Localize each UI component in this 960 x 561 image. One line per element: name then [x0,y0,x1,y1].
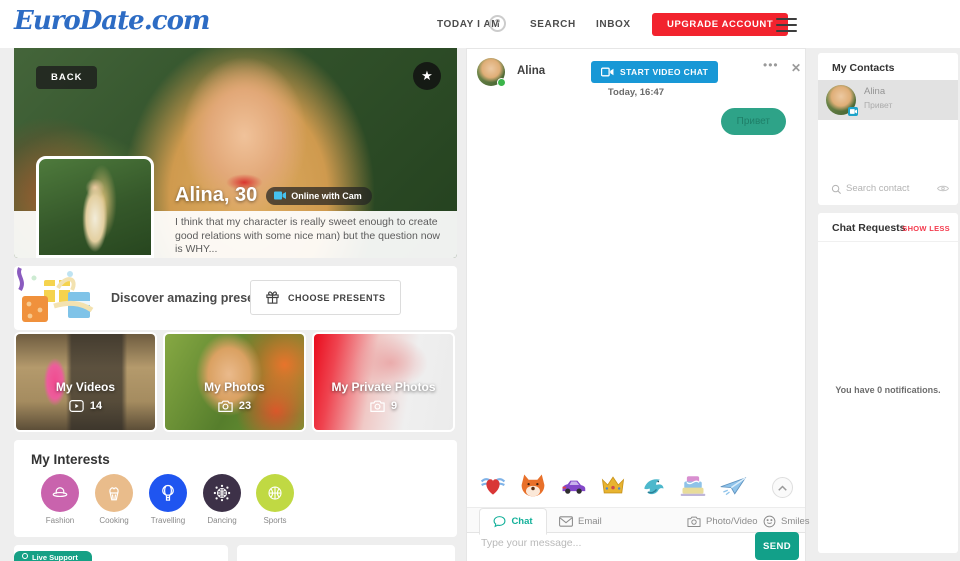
cam-badge-icon [848,107,858,116]
my-contacts-card: My Contacts Alina Привет [818,53,958,205]
presents-banner: Discover amazing presents CHOOSE PRESENT… [14,266,457,330]
favorite-star-button[interactable]: ★ [413,62,441,90]
profile-card: BACK ★ Alina, 30 Online with Cam I think… [14,48,457,258]
search-contact-input[interactable] [846,183,930,194]
interests-title: My Interests [31,452,110,467]
cake-sticker[interactable] [679,471,707,499]
interest-travelling[interactable]: Travelling [141,474,195,525]
help-icon[interactable]: ? [489,15,506,32]
chat-contact-name: Alina [517,65,545,77]
interest-fashion[interactable]: Fashion [33,474,87,525]
online-status-dot [497,78,506,87]
contact-search-row [818,181,958,199]
fox-sticker[interactable] [519,471,547,499]
chat-requests-title: Chat Requests [832,222,906,234]
contact-name: Alina [864,86,885,97]
continue-reading-link[interactable]: Continue Reading [175,258,443,259]
tab-smiles[interactable]: Smiles [763,508,810,534]
collapse-stickers-button[interactable] [772,477,793,498]
profile-thumbnail[interactable] [36,156,154,258]
sent-message-bubble: Привет [721,108,786,135]
notifications-note: You have 0 notifications. [818,385,958,395]
basketball-icon [266,484,284,502]
video-icon [601,67,614,77]
message-input[interactable] [481,537,746,549]
back-button[interactable]: BACK [36,66,97,89]
divider [818,241,958,242]
upgrade-account-button[interactable]: UPGRADE ACCOUNT [652,13,788,36]
car-sticker[interactable] [559,471,587,499]
gift-icon [265,290,280,305]
live-support-button[interactable]: Live Support [14,551,92,561]
site-logo[interactable]: EuroDate.com [14,6,209,36]
interest-dancing[interactable]: Dancing [195,474,249,525]
nav-search[interactable]: SEARCH [530,19,576,30]
camera-icon [687,516,701,527]
my-photos-card[interactable]: My Photos 23 [163,332,306,432]
show-less-link[interactable]: SHOW LESS [902,224,950,233]
envelope-icon [559,516,573,527]
chat-close-icon[interactable]: ✕ [791,61,801,75]
chat-timestamp: Today, 16:47 [467,87,805,98]
star-icon: ★ [421,68,433,83]
sticker-row [479,471,747,499]
send-button[interactable]: SEND [755,532,799,560]
tab-chat[interactable]: Chat [479,508,547,535]
eye-icon[interactable] [937,184,949,193]
chat-bubble-icon [493,515,506,528]
profile-name: Alina, 30 [175,184,257,207]
chat-options-icon[interactable]: ••• [763,58,779,72]
chat-requests-card: Chat Requests SHOW LESS You have 0 notif… [818,213,958,553]
contact-row-alina[interactable]: Alina Привет [818,80,958,120]
online-with-cam-badge: Online with Cam [266,187,372,205]
bio-text: I think that my character is really swee… [175,216,443,257]
chevron-up-icon [778,485,787,491]
start-video-chat-button[interactable]: START VIDEO CHAT [591,61,718,83]
bottom-right-card [237,545,455,561]
hat-icon [51,484,69,502]
my-contacts-title: My Contacts [832,62,894,74]
cupcake-icon [105,484,123,502]
camera-icon [370,400,385,412]
video-icon [274,191,286,200]
interest-sports[interactable]: Sports [248,474,302,525]
phoenix-sticker[interactable] [639,471,667,499]
support-icon [22,553,28,559]
chat-tab-bar: Chat Email Photo/Video Smiles [467,507,805,533]
my-private-photos-card[interactable]: My Private Photos 9 [312,332,455,432]
contact-message-preview: Привет [864,100,892,110]
chat-panel: Alina START VIDEO CHAT ••• ✕ Today, 16:4… [466,48,806,561]
gifts-illustration [14,266,110,330]
nav-inbox[interactable]: INBOX [596,19,631,30]
app-root: EuroDate.com TODAY I AM ? SEARCH INBOX U… [0,0,960,561]
tab-email[interactable]: Email [559,508,602,534]
contact-avatar [826,85,856,115]
smiley-icon [763,515,776,528]
balloon-icon [159,484,177,502]
presents-text: Discover amazing presents [111,291,273,305]
crown-sticker[interactable] [599,471,627,499]
choose-presents-button[interactable]: CHOOSE PRESENTS [250,280,401,315]
plane-sticker[interactable] [719,471,747,499]
winged-heart-sticker[interactable] [479,471,507,499]
camera-icon [218,400,233,412]
chat-contact-avatar[interactable] [477,58,505,86]
video-play-icon [69,400,84,412]
interest-cooking[interactable]: Cooking [87,474,141,525]
my-videos-card[interactable]: My Videos 14 [14,332,157,432]
disco-ball-icon [213,484,231,502]
my-interests-card: My Interests Fashion Cooking Travelling … [14,440,457,537]
search-icon [831,184,842,195]
top-bar: EuroDate.com TODAY I AM ? SEARCH INBOX U… [0,0,960,48]
menu-icon[interactable] [776,18,797,36]
tab-photo-video[interactable]: Photo/Video [687,508,758,534]
